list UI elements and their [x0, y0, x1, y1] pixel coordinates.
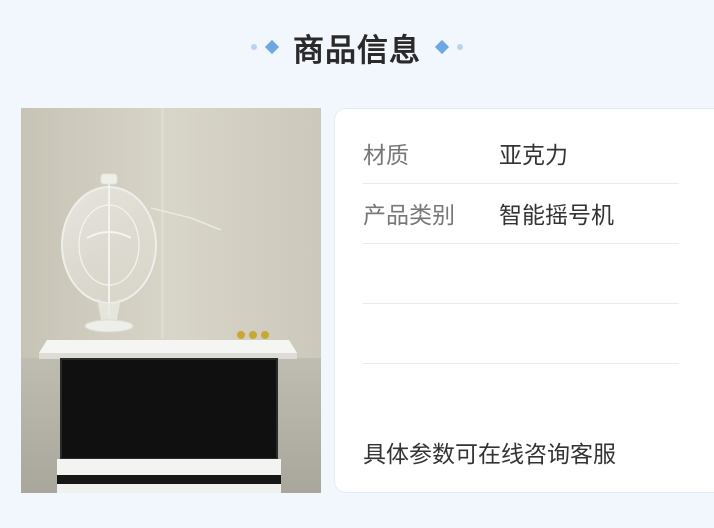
dot-icon — [251, 44, 257, 50]
dot-icon — [457, 44, 463, 50]
right-decoration — [434, 39, 463, 55]
product-image — [21, 108, 321, 493]
consult-note: 具体参数可在线咨询客服 — [363, 442, 616, 468]
info-row-value: 智能摇号机 — [499, 203, 614, 229]
section-title: 商品信息 — [293, 32, 421, 69]
info-row-empty — [363, 303, 679, 364]
info-row-label: 产品类别 — [363, 203, 455, 229]
lottery-machine-photo-icon — [21, 108, 321, 493]
product-info-card: 材质 亚克力 产品类别 智能摇号机 具体参数可在线咨询客服 — [334, 108, 714, 493]
info-row-value: 亚克力 — [499, 143, 568, 169]
info-row-label: 材质 — [363, 143, 409, 169]
info-row-category: 产品类别 智能摇号机 — [363, 183, 679, 244]
info-row-material: 材质 亚克力 — [363, 123, 679, 184]
info-row-empty — [363, 243, 679, 304]
section-header: 商品信息 — [0, 22, 714, 72]
left-decoration — [251, 39, 280, 55]
diamond-icon — [434, 39, 450, 55]
diamond-icon — [264, 39, 280, 55]
